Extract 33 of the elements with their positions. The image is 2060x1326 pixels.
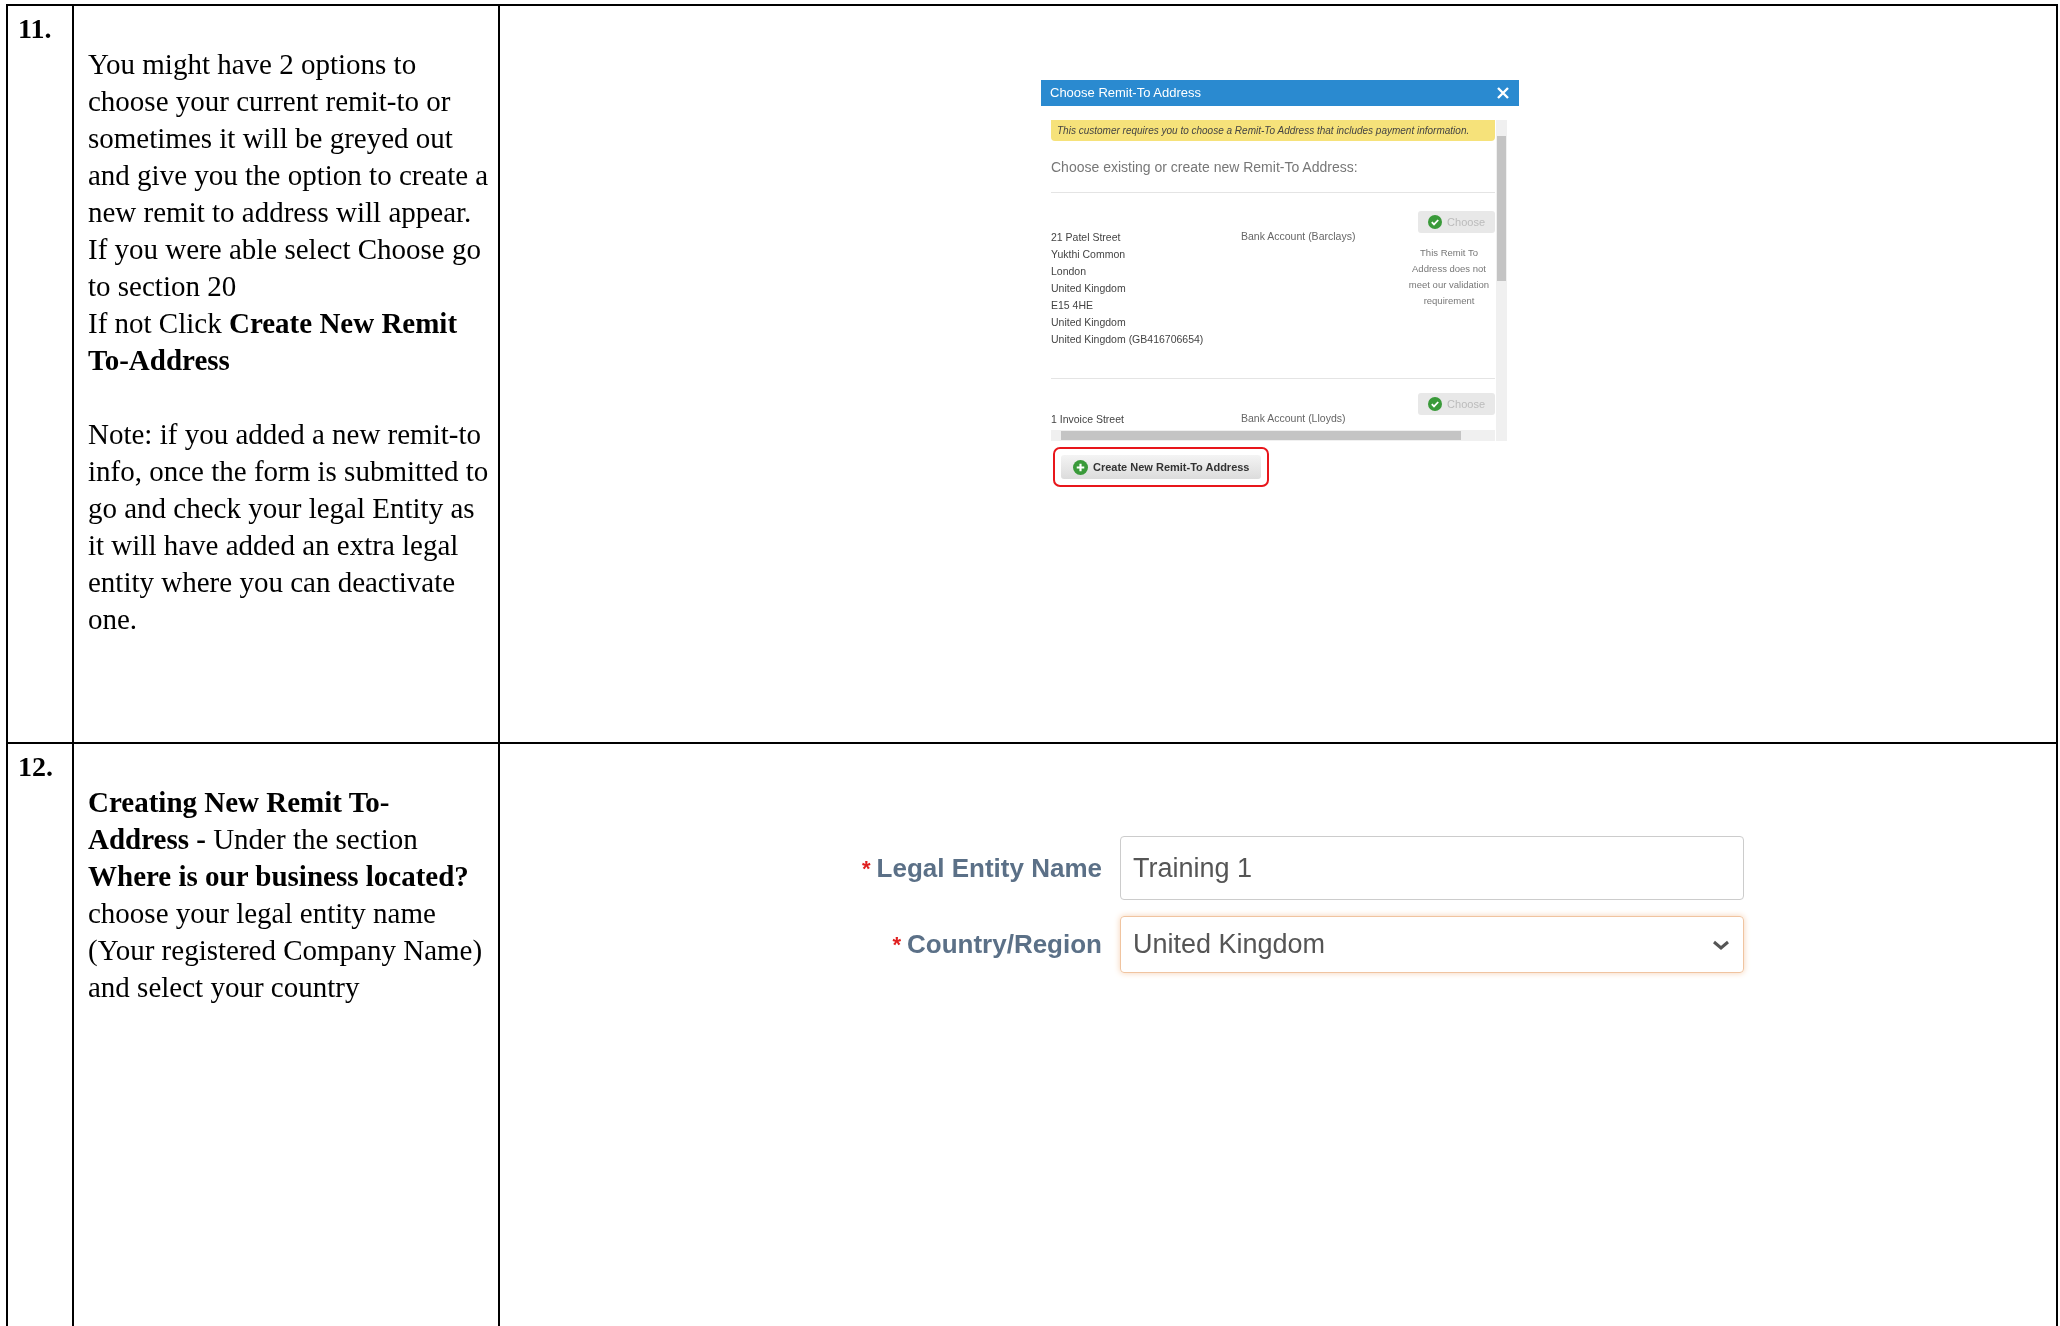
step-number: 12. xyxy=(18,751,53,782)
instruction-text: Note: if you added a new remit-to info, once the form is submitted to go and check your legal Entity as it will have added an extra legal entity where you can deactivate one. xyxy=(88,417,490,637)
address-line: 1 Invoice Street xyxy=(1051,412,1125,427)
dialog-title: Choose Remit-To Address xyxy=(1050,84,1201,103)
dropdown[interactable]: United Kingdom xyxy=(1120,916,1744,973)
field-label: Country/Region xyxy=(907,928,1102,961)
address-line: United Kingdom (GB416706654) xyxy=(1051,332,1205,347)
create-remit-to-address-button[interactable]: Create New Remit-To Address xyxy=(1061,455,1262,479)
instruction-text: You might have 2 options to choose your current remit-to or sometimes it will be greyed out and give you the option to create a new remit to address will appear. xyxy=(88,47,490,230)
plus-circle-icon xyxy=(1073,459,1088,475)
instruction-text: Creating New Remit To-Address - Under the section Where is our business located? choose your legal entity name (Your registered Company Name) and select your country xyxy=(88,785,484,1005)
validation-warning: This Remit To Address does not meet our validation requirement xyxy=(1407,246,1491,308)
address-line: United Kingdom xyxy=(1051,281,1127,296)
address-line: E15 4HE xyxy=(1051,298,1095,313)
required-asterisk: * xyxy=(862,854,871,883)
bank-account: Bank Account (Lloyds) xyxy=(1241,411,1347,426)
check-circle-icon xyxy=(1428,397,1443,411)
check-circle-icon xyxy=(1428,215,1443,229)
section-heading: Choose existing or create new Remit-To Address: xyxy=(1051,157,1495,193)
close-icon[interactable] xyxy=(1496,86,1510,100)
notice-banner: This customer requires you to choose a Remit-To Address that includes payment information. xyxy=(1051,120,1495,141)
step-number: 11. xyxy=(18,13,52,44)
instruction-text: If you were able select Choose go to section 20 xyxy=(88,232,482,304)
instruction-text: If not Click Create New Remit To-Address xyxy=(88,306,459,378)
field-label: Legal Entity Name xyxy=(876,851,1102,885)
address-line: Yukthi Common xyxy=(1051,247,1127,262)
chevron-down-icon xyxy=(1711,938,1731,951)
text-field[interactable]: Training 1 xyxy=(1120,836,1744,900)
address-line: London xyxy=(1051,264,1088,279)
address-line: 21 Patel Street xyxy=(1051,230,1122,245)
address-line: United Kingdom xyxy=(1051,315,1127,330)
bank-account: Bank Account (Barclays) xyxy=(1241,229,1357,244)
required-asterisk: * xyxy=(892,931,901,959)
